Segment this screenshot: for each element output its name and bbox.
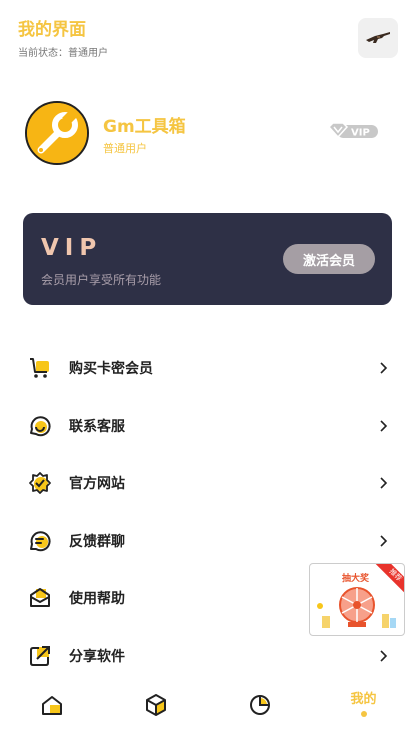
tab-mine[interactable]: 我的 xyxy=(312,680,415,730)
chevron-right-icon xyxy=(380,535,388,547)
customer-service-icon xyxy=(30,415,51,436)
lottery-promo-card[interactable]: 推荐 抽大奖 xyxy=(309,563,405,636)
rifle-icon xyxy=(366,32,390,43)
chevron-right-icon xyxy=(380,362,388,374)
tab-home[interactable] xyxy=(0,680,103,730)
website-badge-icon xyxy=(29,472,51,495)
tab-tools[interactable] xyxy=(104,680,207,730)
box-icon xyxy=(145,694,166,716)
menu-item-feedback-group[interactable]: 反馈群聊 xyxy=(0,512,415,570)
chevron-right-icon xyxy=(380,477,388,489)
gun-skin-button[interactable] xyxy=(358,18,398,58)
profile-section: Gm工具箱 普通用户 VIP xyxy=(25,101,390,169)
activate-membership-button[interactable]: 激活会员 xyxy=(283,244,375,274)
menu-item-buy-card[interactable]: 购买卡密会员 xyxy=(0,339,415,397)
menu-item-customer-service[interactable]: 联系客服 xyxy=(0,397,415,455)
chevron-right-icon xyxy=(380,650,388,662)
home-icon xyxy=(41,696,62,715)
vip-title: VIP xyxy=(41,235,103,261)
menu-item-label: 分享软件 xyxy=(69,648,125,665)
share-icon xyxy=(30,645,50,666)
chat-bubble-icon xyxy=(30,531,51,552)
diamond-vip-icon: VIP xyxy=(327,122,378,139)
vip-badge-text: VIP xyxy=(351,128,370,139)
menu-item-label: 官方网站 xyxy=(69,476,125,493)
bottom-tab-bar: 我的 xyxy=(0,680,415,738)
avatar[interactable] xyxy=(25,101,89,165)
menu-item-label: 使用帮助 xyxy=(69,591,125,608)
tab-stats[interactable] xyxy=(208,680,311,730)
page-title: 我的界面 xyxy=(18,20,86,40)
menu-item-official-website[interactable]: 官方网站 xyxy=(0,454,415,512)
vip-badge: VIP xyxy=(327,121,379,145)
username: Gm工具箱 xyxy=(103,117,186,137)
menu-item-label: 购买卡密会员 xyxy=(69,361,153,377)
menu-item-label: 联系客服 xyxy=(69,418,125,435)
status-text: 当前状态：普通用户 xyxy=(18,48,108,59)
cart-icon xyxy=(30,358,49,378)
chevron-right-icon xyxy=(380,420,388,432)
active-tab-indicator xyxy=(360,711,367,717)
help-mail-icon xyxy=(30,588,50,608)
pie-chart-icon xyxy=(249,695,270,715)
vip-description: 会员用户享受所有功能 xyxy=(41,273,162,287)
prize-wheel-icon xyxy=(317,587,396,628)
vip-card: VIP 会员用户享受所有功能 激活会员 xyxy=(23,213,392,305)
tab-mine-label: 我的 xyxy=(350,692,377,707)
user-type: 普通用户 xyxy=(103,142,147,155)
menu-item-label: 反馈群聊 xyxy=(69,533,125,550)
wrench-icon xyxy=(27,103,87,163)
page-header: 我的界面 当前状态：普通用户 xyxy=(18,20,108,59)
